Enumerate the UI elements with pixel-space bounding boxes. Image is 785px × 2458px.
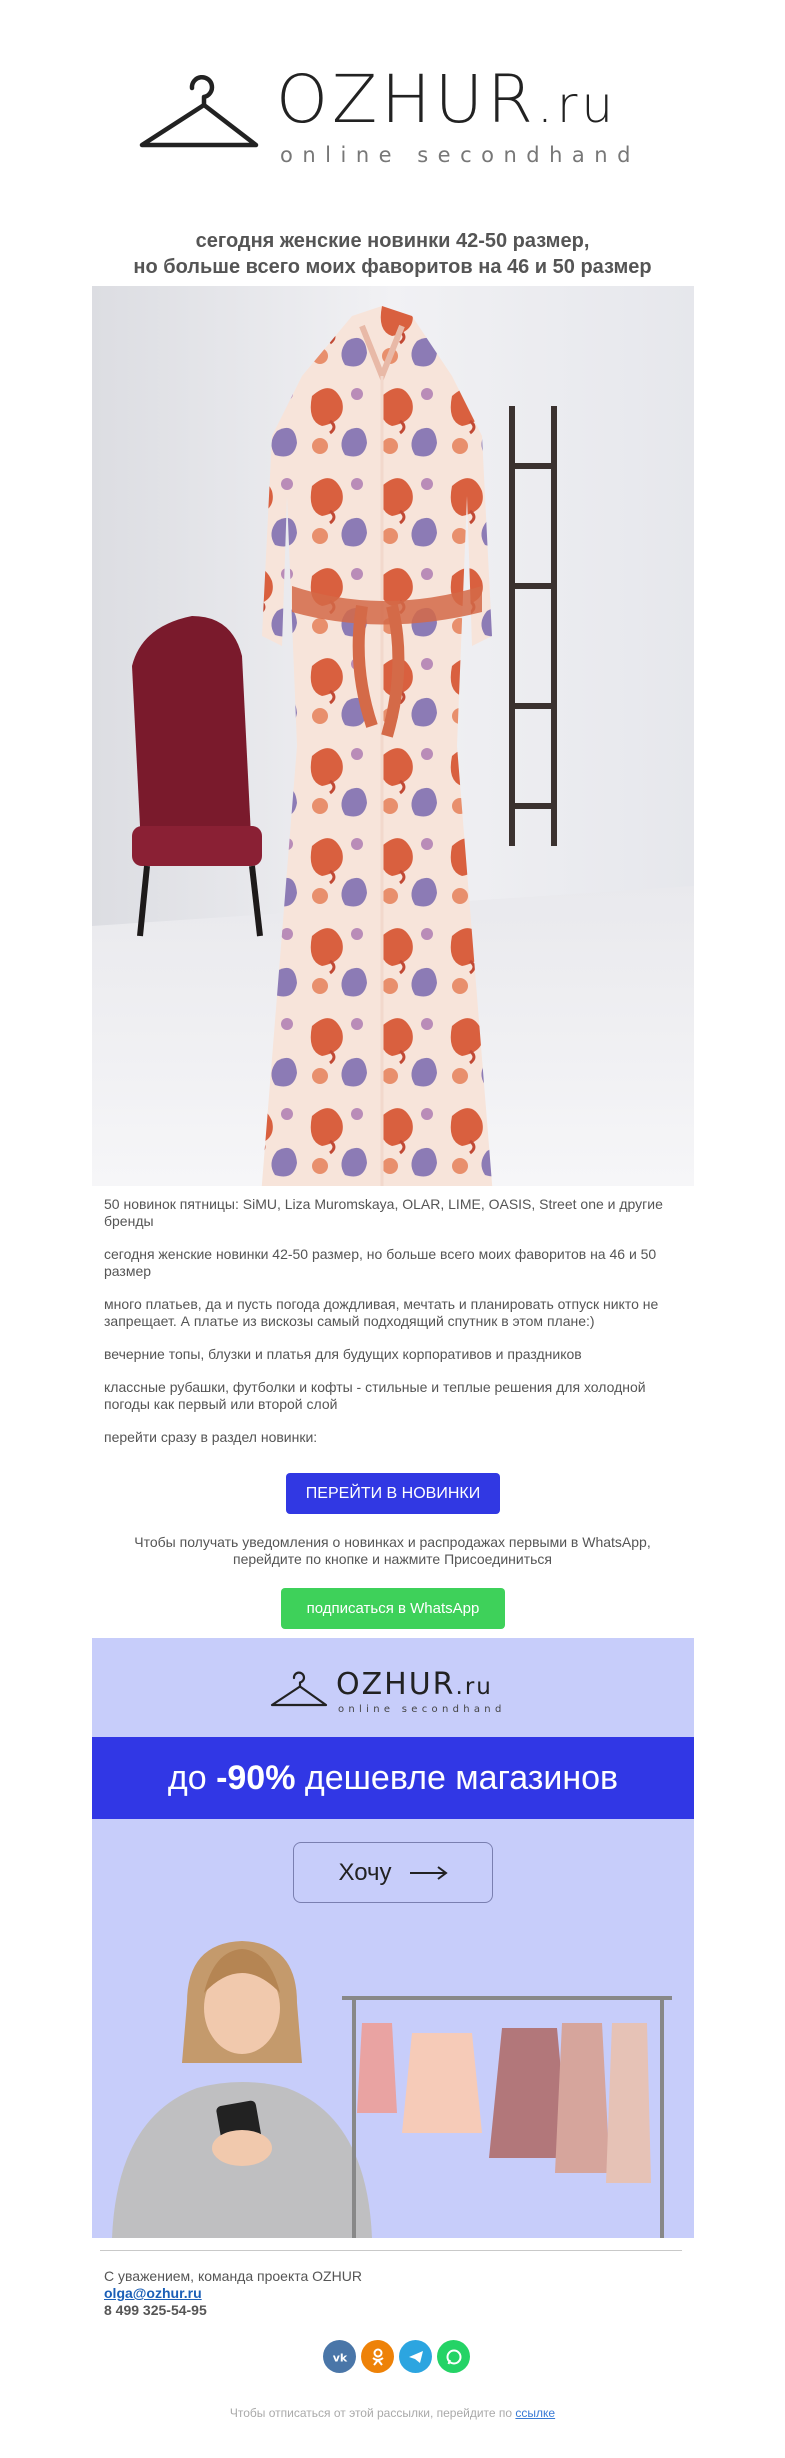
hanger-logo-icon: OZHUR.ru online secondhand <box>139 61 640 167</box>
newsletter-headline: сегодня женские новинки 42-50 размер, но… <box>90 228 695 280</box>
discount-suffix: дешевле магазинов <box>295 1758 619 1797</box>
arrow-right-icon <box>409 1865 448 1880</box>
body-paragraph-dresses: много платьев, да и пусть погода дождлив… <box>104 1296 659 1329</box>
unsubscribe-link[interactable]: ссылке <box>515 2406 555 2420</box>
discount-prefix: до <box>167 1758 217 1797</box>
banner-brand-name: OZHUR <box>336 1667 456 1702</box>
brand-tld: .ru <box>537 76 617 134</box>
body-paragraph-shirts: классные рубашки, футболки и кофты - сти… <box>104 1379 646 1412</box>
social-links: vk <box>323 2340 470 2373</box>
whatsapp-glyph-icon <box>446 2349 461 2364</box>
hero-dress-photo[interactable] <box>92 286 694 1186</box>
banner-brand-tagline: online secondhand <box>338 1704 506 1715</box>
woman-with-phone-illustration <box>112 1941 372 2238</box>
signature-line: С уважением, команда проекта OZHUR <box>104 2268 362 2284</box>
promo-banner[interactable]: OZHUR.ru online secondhand до -90% дешев… <box>92 1638 694 2238</box>
ok-glyph-icon <box>371 2348 384 2366</box>
headline-line-2: но больше всего моих фаворитов на 46 и 5… <box>133 256 652 278</box>
want-button[interactable]: Хочу <box>293 1842 493 1903</box>
signature-email-link[interactable]: olga@ozhur.ru <box>104 2285 202 2301</box>
banner-illustration <box>112 1941 672 2238</box>
whatsapp-note: Чтобы получать уведомления о новинках и … <box>110 1534 675 1568</box>
brand-name: OZHUR <box>276 61 537 138</box>
whatsapp-note-line-2: перейдите по кнопке и нажмите Присоедини… <box>232 1551 552 1567</box>
odnoklassniki-icon[interactable] <box>361 2340 394 2373</box>
banner-brand-tld: .ru <box>456 1674 493 1700</box>
body-paragraph-evening: вечерние топы, блузки и платья для будущ… <box>104 1346 582 1362</box>
unsubscribe-text: Чтобы отписаться от этой рассылки, перей… <box>229 2406 516 2420</box>
body-paragraph-sizes: сегодня женские новинки 42-50 размер, но… <box>104 1246 657 1279</box>
whatsapp-note-line-1: Чтобы получать уведомления о новинках и … <box>134 1534 651 1550</box>
go-to-new-arrivals-button[interactable]: ПЕРЕЙТИ В НОВИНКИ <box>286 1473 500 1514</box>
vk-glyph-icon: vk <box>332 2351 347 2364</box>
clothing-rack-illustration <box>342 1996 672 2238</box>
vk-icon[interactable]: vk <box>323 2340 356 2373</box>
svg-text:OZHUR.ru: OZHUR.ru <box>336 1667 493 1702</box>
svg-text:OZHUR.ru: OZHUR.ru <box>276 61 617 138</box>
svg-text:vk: vk <box>332 2351 347 2364</box>
brand-logo[interactable]: OZHUR.ru online secondhand <box>138 60 658 170</box>
telegram-icon[interactable] <box>399 2340 432 2373</box>
banner-hanger-logo-icon: OZHUR.ru online secondhand <box>270 1667 506 1715</box>
discount-strip: до -90% дешевле магазинов <box>92 1737 694 1819</box>
body-paragraph-goto: перейти сразу в раздел новинки: <box>104 1429 318 1445</box>
unsubscribe-note: Чтобы отписаться от этой рассылки, перей… <box>0 2406 785 2420</box>
body-paragraph-brands: 50 новинок пятницы: SiMU, Liza Muromskay… <box>104 1196 663 1229</box>
telegram-glyph-icon <box>408 2350 423 2363</box>
whatsapp-icon[interactable] <box>437 2340 470 2373</box>
dress-image <box>92 286 694 1186</box>
footer-divider <box>100 2250 682 2251</box>
signature-phone[interactable]: 8 499 325-54-95 <box>104 2302 362 2319</box>
discount-value: -90% <box>216 1758 296 1797</box>
newsletter-body: 50 новинок пятницы: SiMU, Liza Muromskay… <box>104 1196 674 1462</box>
banner-brand-logo: OZHUR.ru online secondhand <box>270 1664 515 1716</box>
brand-tagline: online secondhand <box>280 143 640 167</box>
headline-line-1: сегодня женские новинки 42-50 размер, <box>195 230 590 252</box>
subscribe-whatsapp-button[interactable]: подписаться в WhatsApp <box>281 1588 505 1629</box>
want-button-label: Хочу <box>338 1858 392 1886</box>
signature: С уважением, команда проекта OZHUR olga@… <box>104 2268 362 2319</box>
